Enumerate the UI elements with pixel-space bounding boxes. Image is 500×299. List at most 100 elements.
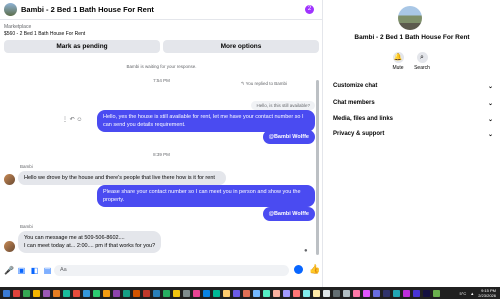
taskbar-app-icon[interactable] [263,289,270,297]
chevron-down-icon: ⌄ [487,132,493,138]
listing-thumbnail[interactable] [4,3,17,16]
taskbar-app-icon[interactable] [163,289,170,297]
more-options-button[interactable]: More options [163,40,319,53]
taskbar-app-icon[interactable] [303,289,310,297]
taskbar-app-icon[interactable] [213,289,220,297]
mention-message[interactable]: @Bambi Wolffe [262,130,315,144]
weather-temp[interactable]: 5°C [460,291,467,296]
privacy-support-row[interactable]: Privacy & support ⌄ [333,131,493,138]
taskbar-app-icon[interactable] [383,289,390,297]
outgoing-message[interactable]: Please share your contact number so I ca… [97,185,315,207]
taskbar-app-icon[interactable] [73,289,80,297]
listing-summary[interactable]: Marketplace $560 - 2 Bed 1 Bath House Fo… [4,24,85,38]
search-icon: ⌕ [416,52,428,63]
outgoing-message[interactable]: Hello, yes the house is still available … [97,110,315,132]
chat-members-row[interactable]: Chat members ⌄ [333,100,493,107]
taskbar-app-icon[interactable] [23,289,30,297]
taskbar-app-icon[interactable] [53,289,60,297]
sender-name: Bambi [20,224,33,229]
mute-button[interactable]: 🔔 Mute [386,52,410,71]
image-icon[interactable]: ▣ [17,266,26,275]
emoji-icon[interactable] [294,265,303,274]
taskbar-app-icon[interactable] [13,289,20,297]
chevron-down-icon: ⌄ [487,117,493,123]
incoming-message[interactable]: Hello we drove by the house and there's … [18,171,226,185]
taskbar-app-icon[interactable] [323,289,330,297]
taskbar-app-icon[interactable] [183,289,190,297]
message-input[interactable]: Aa [54,265,289,276]
quoted-message[interactable]: Hello, is this still available? [251,101,315,110]
taskbar-app-icon[interactable] [123,289,130,297]
taskbar-app-icon[interactable] [83,289,90,297]
taskbar-app-icon[interactable] [153,289,160,297]
options-icon[interactable]: 2 [305,5,314,14]
sticker-icon[interactable]: ◧ [30,266,39,275]
taskbar-app-icon[interactable] [413,289,420,297]
taskbar-app-icon[interactable] [293,289,300,297]
system-tray: 5°C ▲ 9:15 PM 2/23/2026 [460,287,496,299]
seen-avatar-icon: ● [304,248,308,254]
taskbar-app-icon[interactable] [403,289,410,297]
taskbar-app-icon[interactable] [63,289,70,297]
more-icon[interactable]: ⋮ [62,117,68,123]
taskbar-app-icon[interactable] [43,289,50,297]
taskbar-app-icon[interactable] [193,289,200,297]
taskbar-app-icon[interactable] [333,289,340,297]
taskbar-app-icon[interactable] [343,289,350,297]
taskbar-app-icon[interactable] [373,289,380,297]
customize-chat-row[interactable]: Customize chat ⌄ [333,83,493,90]
message-actions: ⋮ ↶ ☺ [62,116,83,123]
row-label: Chat members [333,100,375,106]
listing-price-title: $560 - 2 Bed 1 Bath House For Rent [4,31,86,37]
taskbar-app-icon[interactable] [393,289,400,297]
message-thread: Bambi is waiting for your response. 7:54… [0,56,323,261]
taskbar-app-icon[interactable] [253,289,260,297]
mention-message[interactable]: @Bambi Wolffe [262,207,315,221]
chat-title[interactable]: Bambi - 2 Bed 1 Bath House For Rent [21,5,154,14]
taskbar-app-icon[interactable] [103,289,110,297]
chevron-down-icon: ⌄ [487,101,493,107]
taskbar-app-icon[interactable] [93,289,100,297]
conversation-info-pane: Bambi - 2 Bed 1 Bath House For Rent 🔔 Mu… [324,0,500,287]
taskbar-app-icon[interactable] [113,289,120,297]
gif-icon[interactable]: ▤ [43,266,52,275]
avatar[interactable] [4,174,15,185]
bell-icon: 🔔 [392,52,404,63]
listing-actions: Mark as pending More options [4,40,319,53]
mute-label: Mute [392,65,404,71]
chevron-down-icon: ⌄ [487,84,493,90]
media-files-links-row[interactable]: Media, files and links ⌄ [333,116,493,123]
taskbar-app-icon[interactable] [143,289,150,297]
taskbar-app-icon[interactable] [433,289,440,297]
network-icon[interactable]: ▲ [470,291,474,296]
taskbar-app-icon[interactable] [3,289,10,297]
message-line: I can meet today at... 2:00.... pm if th… [24,243,156,249]
taskbar-app-icon[interactable] [233,289,240,297]
like-icon[interactable]: 👍 [309,264,320,275]
taskbar-app-icon[interactable] [283,289,290,297]
taskbar-app-icon[interactable] [243,289,250,297]
taskbar-app-icon[interactable] [313,289,320,297]
microphone-icon[interactable]: 🎤 [4,266,14,275]
mark-as-pending-button[interactable]: Mark as pending [4,40,160,53]
clock[interactable]: 9:15 PM 2/23/2026 [478,288,496,298]
messenger-window: Bambi - 2 Bed 1 Bath House For Rent 2 Ma… [0,0,500,299]
search-button[interactable]: ⌕ Search [410,52,434,71]
listing-cover-image [398,6,422,30]
taskbar-app-icon[interactable] [353,289,360,297]
reply-icon[interactable]: ↶ [70,117,75,123]
composer: 🎤 ▣ ◧ ▤ Aa 👍 [0,262,323,278]
thread-scrollbar[interactable] [316,80,319,255]
avatar[interactable] [4,241,15,252]
react-icon[interactable]: ☺ [76,117,82,123]
taskbar-app-icon[interactable] [423,289,430,297]
taskbar-app-icon[interactable] [363,289,370,297]
taskbar-app-icon[interactable] [173,289,180,297]
taskbar-app-icon[interactable] [133,289,140,297]
taskbar-app-icon[interactable] [273,289,280,297]
taskbar-app-icon[interactable] [33,289,40,297]
taskbar-app-icon[interactable] [223,289,230,297]
incoming-message[interactable]: You can message me at 509-506-8602.... I… [18,231,162,253]
taskbar-app-icon[interactable] [203,289,210,297]
row-label: Privacy & support [333,131,385,137]
